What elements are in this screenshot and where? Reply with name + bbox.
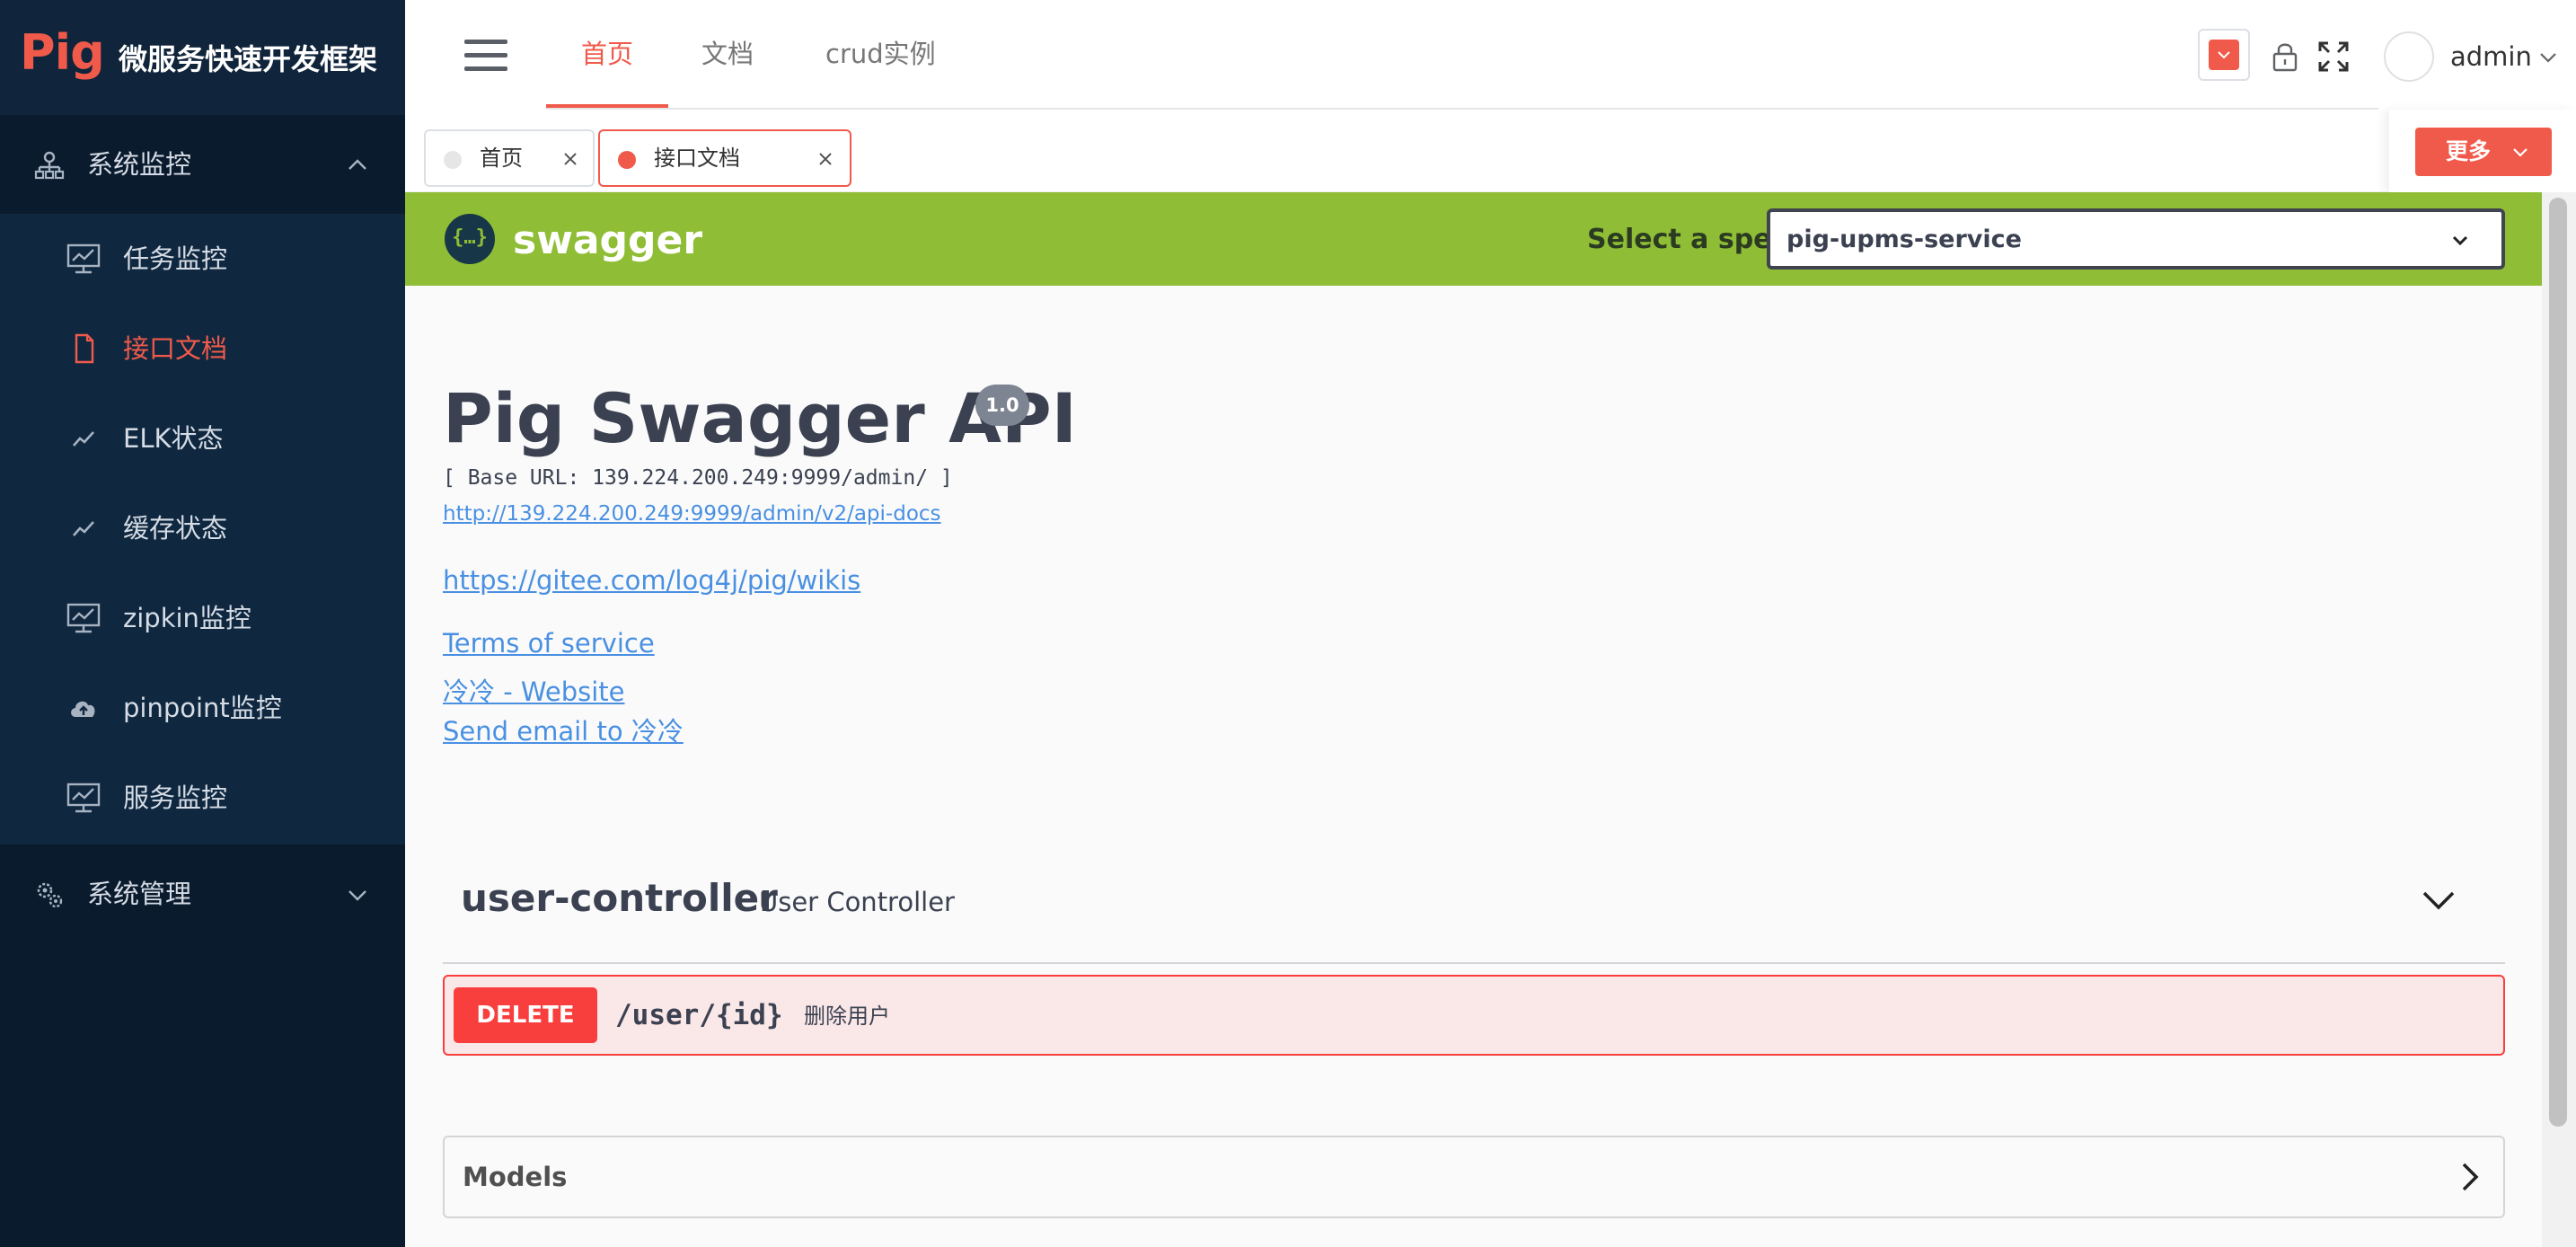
api-docs-link[interactable]: http://139.224.200.249:9999/admin/v2/api… xyxy=(443,500,941,528)
contact-email-link[interactable]: Send email to 冷冷 xyxy=(443,713,684,749)
sidebar-item-service-monitor[interactable]: 服务监控 xyxy=(0,753,405,843)
menu-group-label: 系统管理 xyxy=(87,879,192,909)
monitor-icon xyxy=(66,783,101,813)
controller-name[interactable]: user-controller xyxy=(461,873,778,924)
chevron-up-icon xyxy=(348,159,366,170)
submenu-system-monitor: 任务监控 接口文档 ELK状态 缓存状态 zipkin监控 pinpoint监控… xyxy=(0,214,405,845)
models-label: Models xyxy=(463,1162,568,1192)
brand-logo: Pig xyxy=(20,24,105,81)
chevron-down-icon xyxy=(2452,235,2468,246)
lock-icon[interactable] xyxy=(2271,40,2299,73)
fullscreen-icon[interactable] xyxy=(2317,40,2350,73)
sidebar-item-label: ELK状态 xyxy=(123,423,224,454)
swagger-ui-frame: {…} swagger Select a spec pig-upms-servi… xyxy=(405,192,2542,1247)
chevron-down-icon xyxy=(2218,51,2230,59)
monitor-icon xyxy=(66,243,101,274)
chevron-right-icon xyxy=(2462,1163,2479,1191)
operation-path: /user/{id} xyxy=(615,999,783,1031)
close-icon[interactable] xyxy=(560,149,580,169)
operation-summary: 删除用户 xyxy=(804,1004,890,1029)
swagger-topbar: {…} swagger Select a spec pig-upms-servi… xyxy=(405,192,2542,286)
tag-status-dot xyxy=(444,151,462,169)
menu-group-system-monitor[interactable]: 系统监控 xyxy=(0,115,405,214)
chevron-down-icon[interactable] xyxy=(2537,47,2559,68)
sidebar-item-label: 服务监控 xyxy=(123,783,228,813)
sidebar-item-task-monitor[interactable]: 任务监控 xyxy=(0,214,405,304)
line-chart-icon xyxy=(73,521,94,536)
tag-home[interactable]: 首页 xyxy=(424,129,595,187)
sidebar-item-label: 任务监控 xyxy=(123,243,228,274)
tag-label: 首页 xyxy=(480,146,523,171)
sidebar-item-label: 接口文档 xyxy=(123,333,228,364)
top-navbar: 首页 文档 crud实例 admin xyxy=(405,0,2576,110)
contact-website-link[interactable]: 冷冷 - Website xyxy=(443,674,625,710)
sidebar-item-label: 缓存状态 xyxy=(123,513,228,544)
more-tabs-label: 更多 xyxy=(2446,138,2492,164)
models-section[interactable]: Models xyxy=(443,1136,2505,1218)
content-scrollbar[interactable] xyxy=(2542,192,2576,1247)
http-method-badge: DELETE xyxy=(454,987,597,1043)
theme-color-swatch xyxy=(2209,40,2239,70)
menu-toggle-icon[interactable] xyxy=(464,40,507,72)
sidebar-item-label: pinpoint监控 xyxy=(123,693,282,723)
chevron-down-icon xyxy=(2513,148,2527,157)
menu-group-system-management[interactable]: 系统管理 xyxy=(0,845,405,943)
menu-group-label: 系统监控 xyxy=(87,149,192,180)
brand-title: 微服务快速开发框架 xyxy=(119,42,378,76)
wiki-link[interactable]: https://gitee.com/log4j/pig/wikis xyxy=(443,562,860,598)
tag-status-dot xyxy=(618,151,636,169)
chevron-down-icon xyxy=(348,890,366,901)
cloud-upload-icon xyxy=(71,701,95,717)
gears-icon xyxy=(37,882,63,908)
sidebar-item-label: zipkin监控 xyxy=(123,603,251,633)
scrollbar-thumb[interactable] xyxy=(2549,198,2567,1127)
avatar[interactable] xyxy=(2384,31,2434,82)
swagger-logo-glyph: {…} xyxy=(452,226,488,249)
spec-select-value: pig-upms-service xyxy=(1786,226,2022,253)
swagger-brand[interactable]: swagger xyxy=(513,216,702,266)
controller-divider xyxy=(443,962,2505,964)
monitor-icon xyxy=(66,603,101,633)
brand-header: Pig 微服务快速开发框架 xyxy=(0,0,405,115)
controller-description: User Controller xyxy=(759,887,955,917)
top-nav-crud-example[interactable]: crud实例 xyxy=(825,0,936,108)
tags-more-area: 更多 xyxy=(2389,110,2576,192)
sitemap-icon xyxy=(34,151,65,180)
operation-delete-user[interactable]: DELETE /user/{id} 删除用户 xyxy=(443,975,2505,1056)
swagger-logo-icon: {…} xyxy=(445,214,495,264)
theme-color-picker[interactable] xyxy=(2198,29,2250,81)
tag-label: 接口文档 xyxy=(654,146,740,171)
sidebar-item-pinpoint-monitor[interactable]: pinpoint监控 xyxy=(0,663,405,753)
document-icon xyxy=(75,333,94,364)
username[interactable]: admin xyxy=(2450,39,2532,75)
chevron-down-icon[interactable] xyxy=(2419,884,2458,916)
top-nav-docs[interactable]: 文档 xyxy=(701,0,754,108)
more-tabs-button[interactable]: 更多 xyxy=(2415,128,2552,176)
sidebar-item-elk-status[interactable]: ELK状态 xyxy=(0,394,405,483)
tag-api-docs[interactable]: 接口文档 xyxy=(598,129,851,187)
api-version-badge: 1.0 xyxy=(975,385,1029,426)
base-url: [ Base URL: 139.224.200.249:9999/admin/ … xyxy=(443,466,953,490)
close-icon[interactable] xyxy=(816,149,835,169)
sidebar: Pig 微服务快速开发框架 系统监控 任务监控 接口文档 ELK状态 缓存状态 … xyxy=(0,0,405,1247)
sidebar-item-api-docs[interactable]: 接口文档 xyxy=(0,304,405,394)
top-nav-home[interactable]: 首页 xyxy=(546,0,668,108)
spec-select-label: Select a spec xyxy=(1587,224,1788,255)
sidebar-item-cache-status[interactable]: 缓存状态 xyxy=(0,483,405,573)
terms-of-service-link[interactable]: Terms of service xyxy=(443,625,655,661)
spec-select[interactable]: pig-upms-service xyxy=(1767,208,2505,270)
sidebar-item-zipkin-monitor[interactable]: zipkin监控 xyxy=(0,573,405,663)
line-chart-icon xyxy=(73,431,94,447)
tags-view-bar: 首页 接口文档 更多 xyxy=(405,110,2576,192)
